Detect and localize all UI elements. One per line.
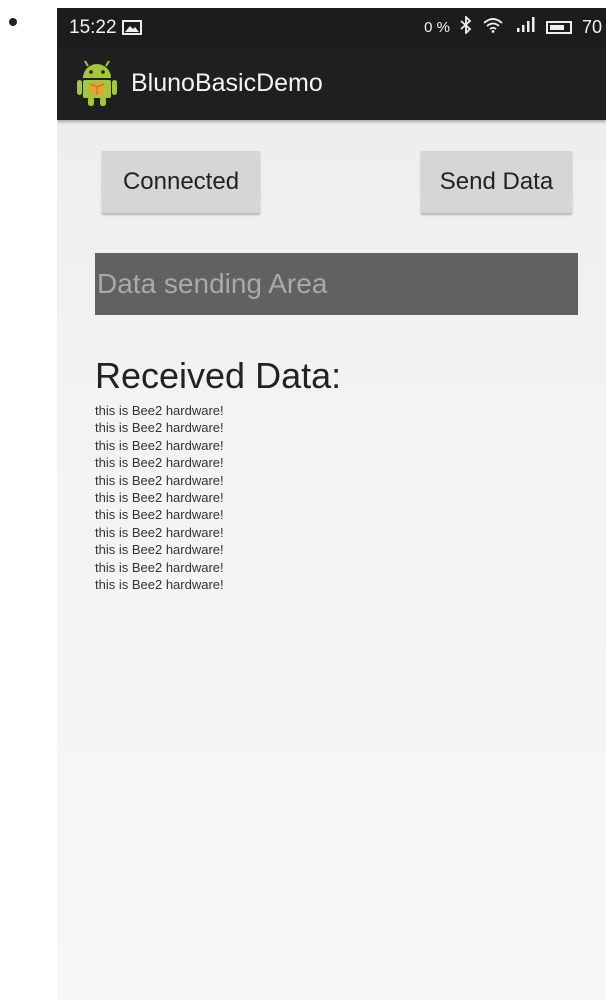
received-line: this is Bee2 hardware! [95, 437, 224, 453]
wifi-icon [482, 17, 504, 38]
received-line: this is Bee2 hardware! [95, 472, 224, 488]
data-sending-input[interactable] [95, 253, 578, 315]
status-indicators: 0 % 70 [424, 14, 602, 39]
image-icon [122, 20, 142, 35]
connect-button[interactable]: Connected [102, 151, 260, 213]
received-line: this is Bee2 hardware! [95, 490, 224, 506]
status-time: 15:22 [69, 17, 117, 38]
app-bar: BlunoBasicDemo [57, 48, 606, 120]
data-speed-text: 0 % [424, 19, 450, 36]
list-bullet [9, 18, 17, 26]
received-data-list: this is Bee2 hardware! this is Bee2 hard… [95, 402, 224, 593]
received-line: this is Bee2 hardware! [95, 542, 224, 558]
received-line: this is Bee2 hardware! [95, 577, 224, 593]
received-line: this is Bee2 hardware! [95, 455, 224, 471]
status-bar: 15:22 0 % 70 [57, 8, 606, 48]
battery-icon [545, 21, 572, 34]
bluetooth-icon [460, 14, 472, 39]
phone-screen: 15:22 0 % 70 BlunoBasicDemo Connected Se… [57, 8, 606, 1000]
android-app-icon [77, 60, 117, 106]
battery-level-text: 70 [581, 17, 602, 37]
received-line: this is Bee2 hardware! [95, 403, 224, 418]
received-line: this is Bee2 hardware! [95, 524, 224, 540]
received-line: this is Bee2 hardware! [95, 507, 224, 523]
received-line: this is Bee2 hardware! [95, 559, 224, 575]
received-data-title: Received Data: [95, 355, 342, 396]
send-data-button[interactable]: Send Data [421, 151, 572, 213]
signal-icon [514, 17, 536, 38]
app-title: BlunoBasicDemo [131, 69, 323, 97]
received-line: this is Bee2 hardware! [95, 420, 224, 436]
